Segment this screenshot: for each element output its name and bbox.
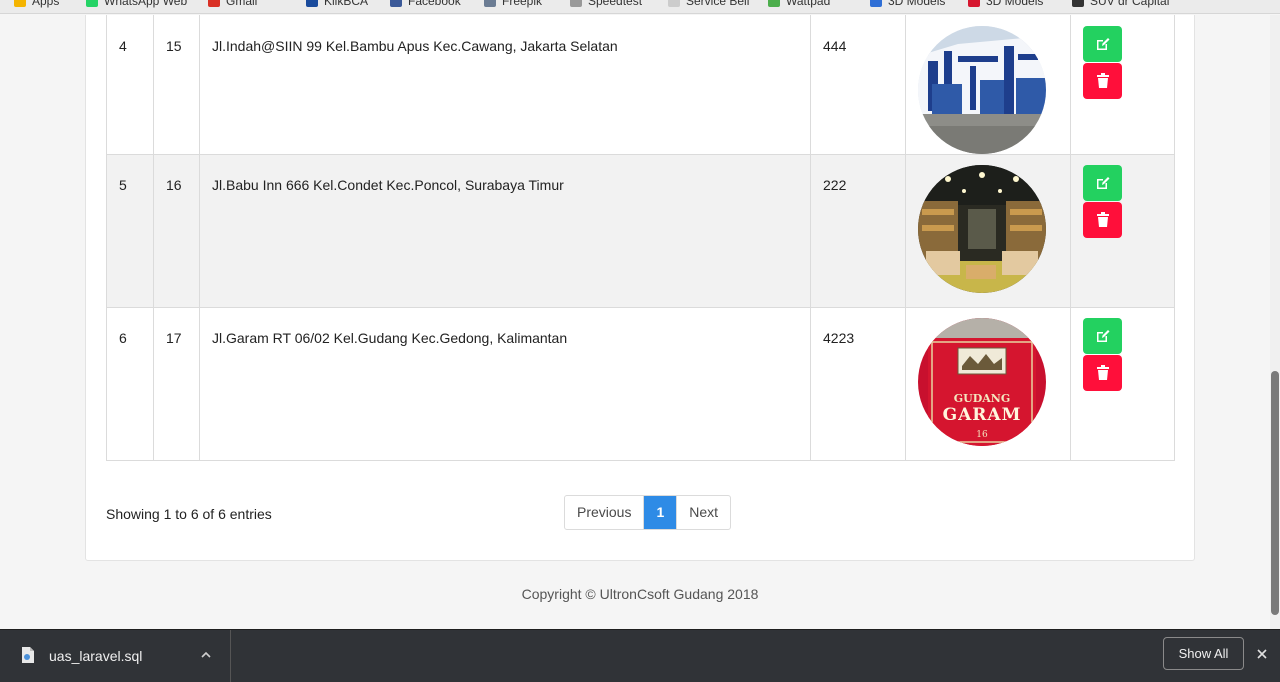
bookmark-service[interactable]: Service Bell [668, 0, 749, 8]
pack-line1: GUDANG [953, 392, 1011, 405]
row-capacity: 4223 [810, 307, 906, 461]
row-actions [1070, 307, 1175, 461]
pagination: Previous 1 Next [564, 495, 732, 530]
copyright-text: Copyright © UltronCsoft Gudang 2018 [521, 586, 759, 602]
table-row: 5 16 Jl.Babu Inn 666 Kel.Condet Kec.Ponc… [106, 154, 1175, 308]
warehouse-exterior-image [918, 26, 1046, 154]
row-number: 4 [106, 15, 154, 155]
row-id: 16 [153, 154, 200, 308]
gmail-icon [208, 0, 220, 7]
page-1-button[interactable]: 1 [644, 496, 677, 529]
edit-button[interactable] [1083, 165, 1122, 201]
bca-icon [306, 0, 318, 7]
bookmark-apps[interactable]: Apps [14, 0, 59, 8]
bookmark-suv[interactable]: SUV dr Capital [1072, 0, 1169, 8]
show-all-button[interactable]: Show All [1163, 637, 1244, 670]
freepik-icon [484, 0, 496, 7]
bookmark-3d-models[interactable]: 3D Models [870, 0, 945, 8]
warehouse-interior-image [918, 165, 1046, 293]
pack-line2: GARAM [942, 405, 1022, 425]
bookmarks-bar: Apps WhatsApp Web Gmail KlikBCA Facebook… [0, 0, 1280, 14]
bookmark-wattpad[interactable]: Wattpad [768, 0, 830, 8]
cube-icon [968, 0, 980, 7]
entries-info: Showing 1 to 6 of 6 entries [106, 506, 272, 522]
bookmark-freepik[interactable]: Freepik [484, 0, 542, 8]
edit-icon [1096, 177, 1109, 189]
warehouse-table: 4 15 Jl.Indah@SIIN 99 Kel.Bambu Apus Kec… [106, 15, 1175, 461]
close-icon[interactable] [1255, 647, 1269, 661]
cube-icon [870, 0, 882, 7]
bookmark-facebook[interactable]: Facebook [390, 0, 461, 8]
trash-icon [1096, 365, 1109, 380]
wattpad-icon [768, 0, 780, 7]
globe-icon [1072, 0, 1084, 7]
pack-line3: 16 [976, 430, 988, 440]
row-address: Jl.Indah@SIIN 99 Kel.Bambu Apus Kec.Cawa… [199, 15, 811, 155]
gudang-garam-image: GUDANG GARAM 16 [918, 318, 1046, 446]
bookmark-gmail[interactable]: Gmail [208, 0, 257, 8]
page-content: 4 15 Jl.Indah@SIIN 99 Kel.Bambu Apus Kec… [0, 15, 1270, 629]
row-number: 6 [106, 307, 154, 461]
page-scrollbar[interactable] [1270, 15, 1280, 629]
bell-icon [668, 0, 680, 7]
row-image-cell [905, 15, 1071, 155]
edit-button[interactable] [1083, 26, 1122, 62]
whatsapp-icon [86, 0, 98, 7]
row-image-cell: GUDANG GARAM 16 [905, 307, 1071, 461]
download-item[interactable]: uas_laravel.sql [0, 630, 231, 682]
edit-icon [1096, 330, 1109, 342]
table-row: 6 17 Jl.Garam RT 06/02 Kel.Gudang Kec.Ge… [106, 307, 1175, 461]
bookmark-klikbca[interactable]: KlikBCA [306, 0, 368, 8]
row-capacity: 444 [810, 15, 906, 155]
delete-button[interactable] [1083, 202, 1122, 238]
delete-button[interactable] [1083, 63, 1122, 99]
row-address: Jl.Garam RT 06/02 Kel.Gudang Kec.Gedong,… [199, 307, 811, 461]
bookmark-speedtest[interactable]: Speedtest [570, 0, 642, 8]
file-icon [22, 647, 34, 663]
row-number: 5 [106, 154, 154, 308]
bookmark-whatsapp[interactable]: WhatsApp Web [86, 0, 187, 8]
table-row: 4 15 Jl.Indah@SIIN 99 Kel.Bambu Apus Kec… [106, 15, 1175, 155]
download-bar: uas_laravel.sql Show All [0, 629, 1280, 682]
table-footer: Showing 1 to 6 of 6 entries Previous 1 N… [106, 495, 1174, 546]
row-actions [1070, 154, 1175, 308]
edit-icon [1096, 38, 1109, 50]
previous-page-button[interactable]: Previous [565, 496, 645, 529]
facebook-icon [390, 0, 402, 7]
trash-icon [1096, 212, 1109, 227]
scrollbar-thumb[interactable] [1271, 371, 1279, 615]
row-actions [1070, 15, 1175, 155]
speedtest-icon [570, 0, 582, 7]
data-card: 4 15 Jl.Indah@SIIN 99 Kel.Bambu Apus Kec… [85, 15, 1195, 561]
chevron-up-icon[interactable] [199, 648, 213, 662]
trash-icon [1096, 73, 1109, 88]
row-id: 17 [153, 307, 200, 461]
bookmark-3d-models-2[interactable]: 3D Models [968, 0, 1043, 8]
edit-button[interactable] [1083, 318, 1122, 354]
apps-icon [14, 0, 26, 7]
row-image-cell [905, 154, 1071, 308]
delete-button[interactable] [1083, 355, 1122, 391]
row-address: Jl.Babu Inn 666 Kel.Condet Kec.Poncol, S… [199, 154, 811, 308]
row-id: 15 [153, 15, 200, 155]
row-capacity: 222 [810, 154, 906, 308]
download-file-name: uas_laravel.sql [49, 648, 143, 664]
next-page-button[interactable]: Next [676, 496, 730, 529]
